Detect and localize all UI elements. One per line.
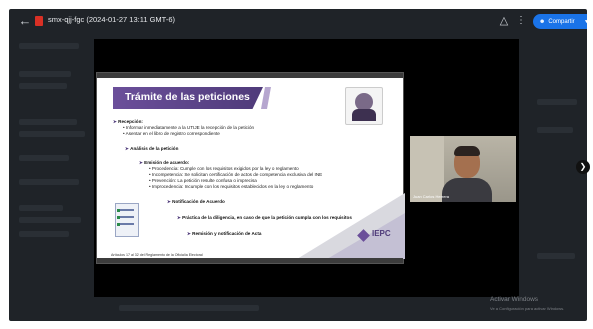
background-row — [19, 43, 79, 49]
file-title: smx-qjj-fgc (2024-01-27 13:11 GMT-6) — [48, 15, 175, 24]
slide-title-accent — [261, 87, 271, 109]
share-label: Compartir — [548, 18, 575, 25]
clipboard-checklist-icon — [109, 201, 147, 241]
bullet-icon: ➤ — [187, 231, 191, 236]
slide-line: ➤ Análisis de la petición — [125, 146, 179, 151]
slide-window-taskbar — [97, 258, 403, 263]
slide-line: ➤ Práctica de la diligencia, en caso de … — [177, 215, 352, 220]
background-row — [19, 119, 77, 125]
bullet-icon: ➤ — [139, 160, 143, 165]
iepc-logo: IEPC — [357, 227, 399, 247]
more-vert-icon[interactable]: ⋮ — [516, 14, 526, 28]
bullet-icon: ➤ — [167, 199, 171, 204]
checklist-line — [120, 216, 134, 218]
background-row — [537, 99, 577, 105]
slide-title-band: Trámite de las peticiones — [113, 87, 263, 109]
bullet-icon: ➤ — [125, 146, 129, 151]
slide-line: • Improcedencia: Incumple con los requis… — [149, 184, 314, 189]
presenter-thumbnail — [345, 87, 383, 125]
background-row — [19, 179, 79, 185]
background-row — [19, 205, 63, 211]
participant-torso — [442, 178, 492, 202]
bullet-icon: ➤ — [113, 119, 117, 124]
slide-title: Trámite de las peticiones — [125, 91, 250, 103]
share-button[interactable]: ☻ Compartir ▼ — [533, 14, 587, 29]
people-icon: ☻ — [539, 18, 546, 25]
chevron-right-icon[interactable]: ❯ — [576, 160, 590, 174]
background-row — [19, 83, 67, 89]
iepc-logo-text: IEPC — [372, 229, 391, 238]
background-row — [119, 305, 259, 311]
background-row — [19, 131, 85, 137]
windows-activation-subtitle: Ve a Configuración para activar Windows. — [490, 306, 565, 311]
video-file-icon — [35, 16, 43, 26]
participant-video-tile: Juan Carlos Herrera — [410, 136, 516, 202]
slide-footer: Artículos 17 al 32 del Reglamento de la … — [111, 253, 203, 257]
background-row — [19, 217, 81, 223]
checklist-line — [120, 209, 134, 211]
background-row — [537, 253, 575, 259]
background-row — [19, 71, 71, 77]
chevron-down-icon[interactable]: ▼ — [584, 19, 587, 25]
iepc-logo-mark — [357, 229, 370, 242]
windows-activation-title: Activar Windows — [490, 296, 539, 303]
camera-background — [410, 136, 444, 202]
checklist-line — [120, 223, 134, 225]
presenter-body — [352, 109, 376, 121]
bullet-icon: ➤ — [177, 215, 181, 220]
background-row — [537, 127, 573, 133]
slide-window-titlebar — [97, 73, 403, 78]
back-arrow-icon[interactable]: ← — [17, 13, 33, 29]
background-row — [19, 231, 69, 237]
presentation-slide: Trámite de las peticiones ➤ Recepción: •… — [96, 72, 405, 264]
slide-line: ➤ Notificación de Acuerdo — [167, 199, 225, 204]
drive-add-icon[interactable]: △ — [497, 14, 511, 28]
slide-line: ➤ Remisión y notificación de Acta — [187, 231, 262, 236]
slide-line: • Asentar en el libro de registro corres… — [123, 131, 220, 136]
background-row — [19, 155, 69, 161]
participant-name: Juan Carlos Herrera — [413, 194, 450, 199]
participant-hair — [454, 146, 480, 156]
viewer-toolbar: ← smx-qjj-fgc (2024-01-27 13:11 GMT-6) △… — [9, 9, 587, 33]
